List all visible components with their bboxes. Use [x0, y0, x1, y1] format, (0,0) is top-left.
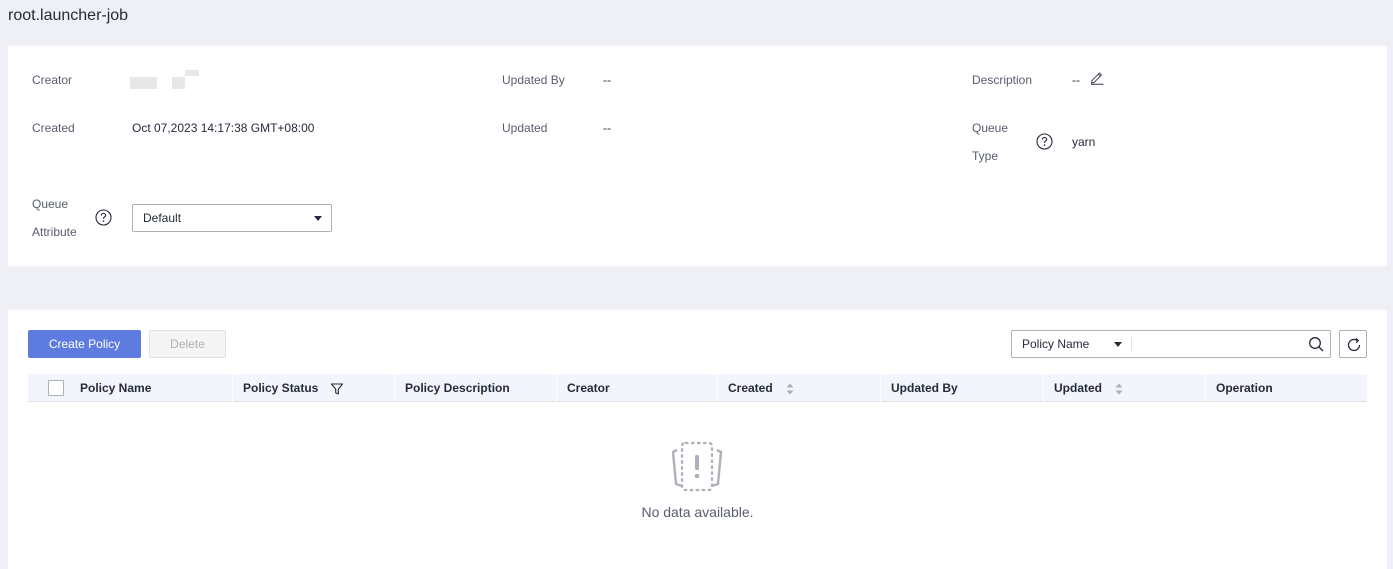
search-box: Policy Name	[1011, 330, 1331, 358]
description-label: Description	[972, 73, 1033, 87]
col-policy-status: Policy Status	[232, 374, 393, 402]
updated-by-label: Updated By	[502, 73, 565, 87]
edit-icon[interactable]	[1089, 69, 1105, 85]
creator-value-redacted	[130, 77, 157, 89]
created-value: Oct 07,2023 14:17:38 GMT+08:00	[132, 121, 315, 135]
search-input[interactable]	[1136, 333, 1296, 355]
create-policy-button[interactable]: Create Policy	[28, 330, 141, 358]
col-updated[interactable]: Updated	[1043, 374, 1205, 402]
help-icon[interactable]	[1036, 133, 1053, 150]
help-icon[interactable]	[95, 209, 112, 226]
empty-data-icon	[671, 441, 723, 492]
sort-icon[interactable]	[1115, 383, 1123, 395]
col-operation: Operation	[1205, 374, 1367, 402]
queue-attribute-selected: Default	[143, 211, 182, 225]
divider	[1131, 337, 1132, 351]
search-field-selected: Policy Name	[1022, 337, 1090, 351]
chevron-down-icon	[314, 216, 322, 221]
search-icon[interactable]	[1308, 336, 1324, 352]
search-field-select[interactable]: Policy Name	[1012, 331, 1132, 357]
created-label: Created	[32, 121, 75, 135]
queue-type-value: yarn	[1072, 135, 1096, 149]
queue-attribute-label: Attribute	[32, 225, 77, 239]
updated-label: Updated	[502, 121, 548, 135]
queue-attribute-select[interactable]: Default	[132, 204, 332, 232]
page-title: root.launcher-job	[8, 7, 129, 24]
col-policy-name: Policy Name	[80, 381, 152, 395]
delete-button: Delete	[149, 330, 226, 358]
refresh-button[interactable]	[1339, 330, 1367, 358]
queue-type-label: Type	[972, 149, 999, 163]
queue-attribute-label: Queue	[32, 197, 69, 211]
description-value: --	[1072, 73, 1080, 87]
col-creator: Creator	[556, 374, 717, 402]
creator-value-redacted	[185, 70, 199, 76]
sort-icon[interactable]	[786, 383, 794, 395]
empty-state-text: No data available.	[641, 504, 754, 520]
col-created[interactable]: Created	[717, 374, 879, 402]
updated-by-value: --	[603, 73, 611, 87]
refresh-icon	[1347, 338, 1361, 352]
select-all-checkbox[interactable]	[48, 380, 64, 396]
table-header: Policy Name Policy Status Policy Descrip…	[28, 374, 1367, 402]
col-policy-description: Policy Description	[394, 374, 555, 402]
policy-table-card: Create Policy Delete Policy Name Policy …	[8, 310, 1387, 569]
filter-icon[interactable]	[330, 382, 344, 396]
col-updated-by: Updated By	[880, 374, 1042, 402]
updated-value: --	[603, 121, 611, 135]
queue-type-label: Queue	[972, 121, 1009, 135]
creator-value-redacted	[172, 77, 185, 89]
creator-label: Creator	[32, 73, 73, 87]
queue-info-card: Creator Updated By -- Description -- Cre…	[8, 46, 1387, 266]
chevron-down-icon	[1114, 342, 1122, 347]
